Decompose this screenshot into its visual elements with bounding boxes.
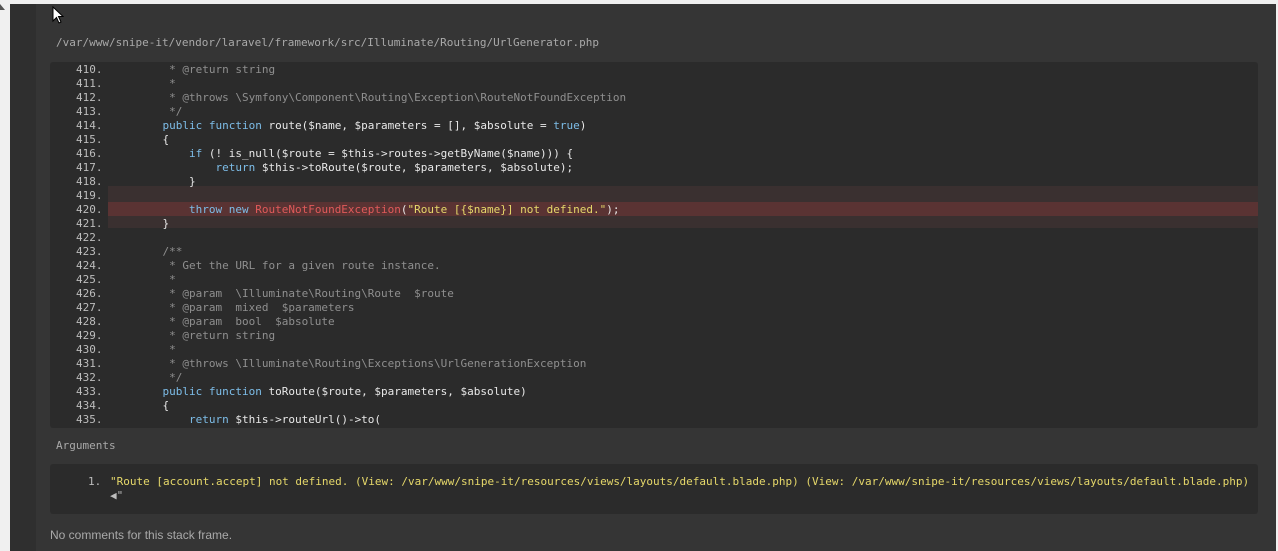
line-number: 421. (76, 217, 103, 230)
code-text: * Get the URL for a given route instance… (136, 259, 441, 272)
code-text: * (136, 77, 176, 90)
arguments-label: Arguments (56, 439, 116, 452)
code-line: 410. * @return string (50, 63, 1258, 77)
code-line: 413. */ (50, 105, 1258, 119)
line-number: 426. (76, 287, 103, 300)
code-line: 416. if (! is_null($route = $this->route… (50, 147, 1258, 161)
code-line: 422. (50, 231, 1258, 245)
code-line: 421. } (50, 217, 1258, 231)
line-number: 410. (76, 63, 103, 76)
line-number: 428. (76, 315, 103, 328)
code-line: 433. public function toRoute($route, $pa… (50, 385, 1258, 399)
line-number: 425. (76, 273, 103, 286)
code-line: 434. { (50, 399, 1258, 413)
code-line: 423. /** (50, 245, 1258, 259)
code-line: 412. * @throws \Symfony\Component\Routin… (50, 91, 1258, 105)
code-line: 430. * (50, 343, 1258, 357)
argument-item: 1. "Route [account.accept] not defined. (… (88, 475, 1258, 503)
mouse-cursor-icon (52, 6, 64, 24)
code-line: 424. * Get the URL for a given route ins… (50, 259, 1258, 273)
code-text: { (136, 399, 170, 412)
line-number: 431. (76, 357, 103, 370)
code-line: 418. } (50, 175, 1258, 189)
line-number: 424. (76, 259, 103, 272)
line-number: 411. (76, 77, 103, 90)
code-text: public function route($name, $parameters… (162, 119, 587, 132)
code-line: 417. return $this->toRoute($route, $para… (50, 161, 1258, 175)
code-text: * @return string (136, 329, 276, 342)
code-line: 420. throw new RouteNotFoundException("R… (50, 203, 1258, 217)
line-number: 417. (76, 161, 103, 174)
code-text: } (136, 217, 170, 230)
left-gutter (0, 0, 10, 551)
code-line: 431. * @throws \Illuminate\Routing\Excep… (50, 357, 1258, 371)
code-text: } (136, 175, 196, 188)
code-text: /** (136, 245, 183, 258)
code-text: * (136, 273, 176, 286)
file-path: /var/www/snipe-it/vendor/laravel/framewo… (56, 36, 600, 49)
line-number: 419. (76, 189, 103, 202)
line-number: 420. (76, 203, 103, 216)
code-text: * @throws \Symfony\Component\Routing\Exc… (136, 91, 627, 104)
argument-continuation: ◀" (110, 489, 124, 502)
line-number: 433. (76, 385, 103, 398)
code-text: return $this->toRoute($route, $parameter… (215, 161, 574, 174)
argument-text: "Route [account.accept] not defined. (Vi… (110, 475, 1250, 488)
line-number: 427. (76, 301, 103, 314)
code-text: * @param \Illuminate\Routing\Route $rout… (136, 287, 454, 300)
line-number: 430. (76, 343, 103, 356)
line-number: 429. (76, 329, 103, 342)
code-text: { (136, 133, 170, 146)
code-text: public function toRoute($route, $paramet… (162, 385, 527, 398)
line-number: 422. (76, 231, 103, 244)
line-number: 434. (76, 399, 103, 412)
code-text: * @throws \Illuminate\Routing\Exceptions… (136, 357, 587, 370)
code-viewer: 410. * @return string 411. * 412. * @throw… (50, 62, 1258, 428)
code-text: */ (136, 105, 183, 118)
argument-number: 1. (88, 475, 102, 488)
corner-arrow-icon (0, 4, 5, 10)
code-line: 429. * @return string (50, 329, 1258, 343)
code-line: 411. * (50, 77, 1258, 91)
code-line: 425. * (50, 273, 1258, 287)
line-number: 423. (76, 245, 103, 258)
code-text: */ (136, 371, 183, 384)
line-number: 418. (76, 175, 103, 188)
code-line: 428. * @param bool $absolute (50, 315, 1258, 329)
code-text: return $this->routeUrl()->to( (188, 413, 382, 426)
code-text: * (136, 343, 176, 356)
line-number: 414. (76, 119, 103, 132)
line-number: 415. (76, 133, 103, 146)
code-line: 426. * @param \Illuminate\Routing\Route … (50, 287, 1258, 301)
arguments-box: 1. "Route [account.accept] not defined. (… (50, 464, 1258, 514)
code-text: * @return string (136, 63, 276, 76)
code-text: throw new RouteNotFoundException("Route … (188, 203, 620, 216)
line-number: 435. (76, 413, 103, 426)
code-line: 435. return $this->routeUrl()->to( (50, 413, 1258, 427)
code-text: * @param mixed $parameters (136, 301, 355, 314)
line-number: 432. (76, 371, 103, 384)
line-number: 412. (76, 91, 103, 104)
code-line: 427. * @param mixed $parameters (50, 301, 1258, 315)
code-text: if (! is_null($route = $this->routes->ge… (188, 147, 574, 160)
code-line: 415. { (50, 133, 1258, 147)
code-text: * @param bool $absolute (136, 315, 335, 328)
line-number: 413. (76, 105, 103, 118)
no-comments-message: No comments for this stack frame. (50, 528, 233, 542)
code-line: 432. */ (50, 371, 1258, 385)
code-line: 414. public function route($name, $param… (50, 119, 1258, 133)
code-line: 419. (50, 189, 1258, 203)
line-number: 416. (76, 147, 103, 160)
